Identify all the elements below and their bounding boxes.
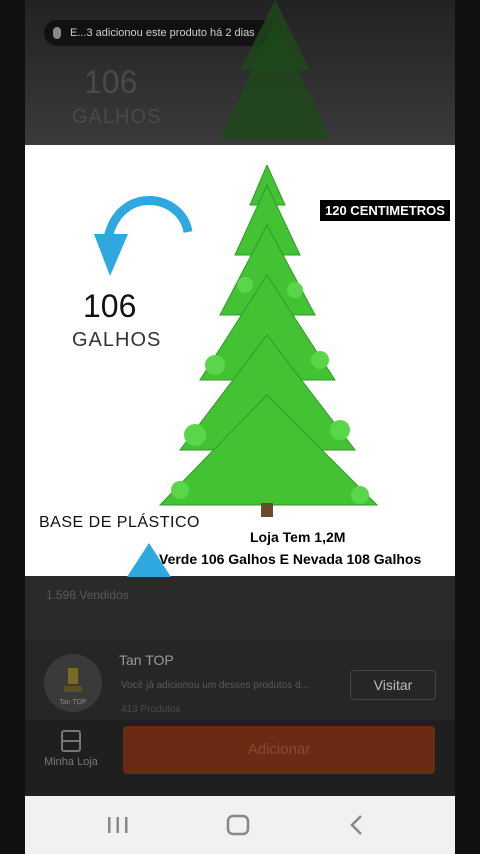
recent-apps-icon[interactable] — [103, 814, 133, 836]
background-branch-count: 106 — [84, 64, 138, 100]
system-navigation-bar — [25, 796, 455, 854]
store-icon — [61, 730, 81, 752]
sold-count: 1.598 Vendidos — [46, 588, 129, 602]
variant-text: Verde 106 Galhos E Nevada 108 Galhos — [159, 551, 422, 567]
store-subtitle: Você já adicionou um desses produtos d..… — [121, 680, 309, 691]
right-edge — [455, 0, 480, 854]
store-size-text: Loja Tem 1,2M — [250, 529, 346, 545]
home-icon[interactable] — [223, 814, 253, 836]
store-card[interactable]: Tan TOP Tan TOP Você já adicionou um des… — [25, 640, 455, 720]
back-icon[interactable] — [343, 814, 373, 836]
my-store-button[interactable]: Minha Loja — [41, 730, 101, 768]
store-name[interactable]: Tan TOP — [119, 652, 174, 668]
trophy-icon: Tan TOP — [59, 668, 87, 706]
christmas-tree-image — [158, 165, 379, 517]
add-button[interactable]: Adicionar — [123, 726, 435, 774]
store-avatar[interactable]: Tan TOP — [44, 654, 102, 712]
action-bar: Minha Loja Adicionar — [25, 720, 455, 796]
branch-count: 106 — [83, 288, 137, 324]
left-edge — [0, 0, 25, 854]
background-branch-label: GALHOS — [72, 106, 162, 128]
my-store-label: Minha Loja — [44, 756, 98, 768]
branch-label: GALHOS — [72, 329, 162, 351]
store-avatar-label: Tan TOP — [59, 699, 87, 706]
background-tree-image — [220, 0, 330, 140]
user-icon — [53, 27, 61, 39]
product-image[interactable]: 120 CENTIMETROS 106 GALHOS BASE DE PLÁST… — [25, 145, 455, 577]
store-product-count: 413 Produtos — [121, 704, 181, 715]
up-arrow-icon — [127, 543, 171, 577]
base-label: BASE DE PLÁSTICO — [39, 514, 200, 531]
visit-button[interactable]: Visitar — [350, 670, 436, 700]
